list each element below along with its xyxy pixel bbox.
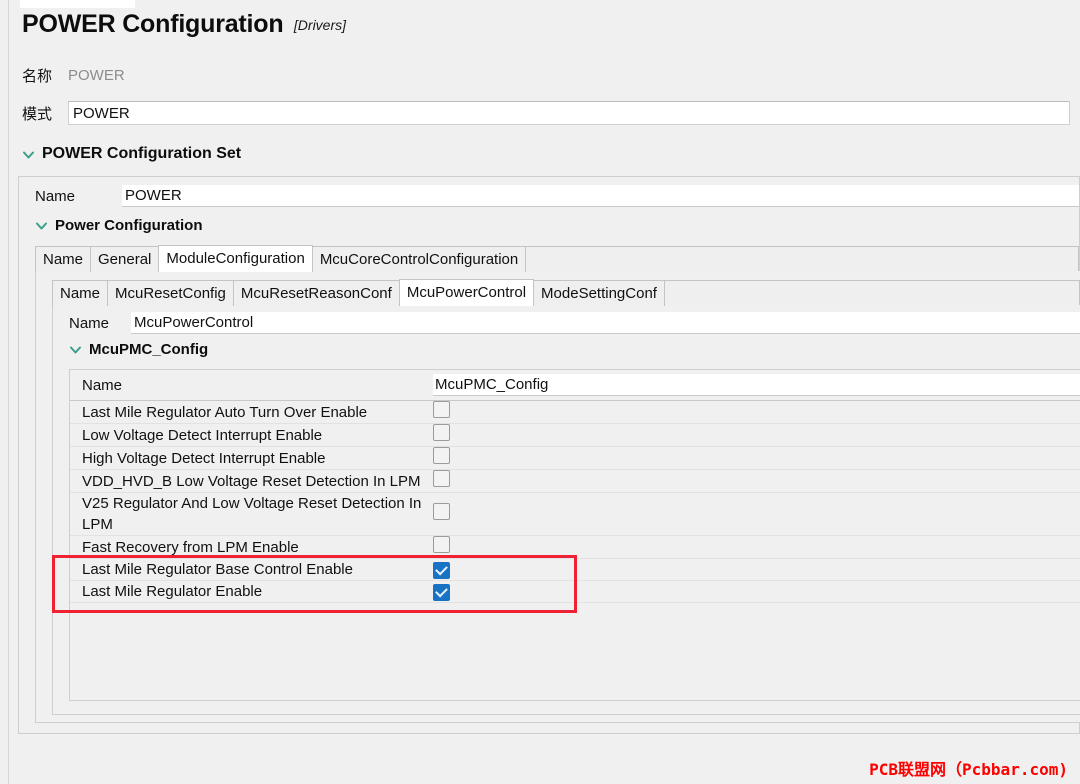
tab-name[interactable]: Name [35,246,92,272]
tab-label: McuResetConfig [115,285,226,302]
checkbox-checked[interactable] [433,583,450,601]
row-label: Low Voltage Detect Interrupt Enable [82,426,323,444]
row-label: Fast Recovery from LPM Enable [82,538,299,556]
table-row[interactable]: Last Mile Regulator Auto Turn Over Enabl… [70,401,1080,424]
tab-filler [663,280,1080,306]
row-value-cell [433,470,1080,492]
field-mode-row: 模式 POWER [22,100,1072,126]
tab-filler [525,246,1079,272]
tab-mcuresetreasonconf[interactable]: McuResetReasonConf [232,280,400,306]
mcupmc-table-header: Name McuPMC_Config [70,370,1080,401]
field-name-row: 名称 POWER [22,62,125,88]
tab-name[interactable]: Name [52,280,109,306]
tab-mcuresetconfig[interactable]: McuResetConfig [107,280,234,306]
row-label: VDD_HVD_B Low Voltage Reset Detection In… [82,472,421,490]
tabrow-module-configuration: Name McuResetConfig McuResetReasonConf McuP… [52,279,1080,306]
tab-label: McuPowerControl [406,284,527,301]
checkbox-unchecked[interactable] [433,536,450,553]
row-value-cell [433,401,1080,423]
left-rail [0,0,9,784]
table-row[interactable]: V25 Regulator And Low Voltage Reset Dete… [70,493,1080,536]
field-name-value: POWER [68,66,125,84]
row-label: Last Mile Regulator Auto Turn Over Enabl… [82,403,368,421]
row-value-cell [433,583,1080,601]
row-value-cell [433,536,1080,558]
chevron-down-icon [69,343,82,356]
tab-label: ModuleConfiguration [166,250,305,267]
power-config-set-name-value[interactable]: POWER [122,185,1079,207]
editor-tab-active[interactable] [20,0,135,8]
chevron-down-icon [22,148,35,161]
tab-label: Name [60,285,101,302]
section-header-power-configuration[interactable]: Power Configuration [35,217,203,234]
table-row[interactable]: Last Mile Regulator Base Control Enable [70,559,1080,581]
checkbox-unchecked[interactable] [433,470,450,487]
checkbox-unchecked[interactable] [433,447,450,464]
table-row[interactable]: Fast Recovery from LPM Enable [70,536,1080,559]
field-mode-input[interactable]: POWER [68,101,1070,125]
row-value-cell [433,503,1080,525]
panel-power-configuration-set: Name POWER Power Configuration Name Gener… [18,176,1080,734]
row-value-cell [433,424,1080,446]
checkbox-unchecked[interactable] [433,424,450,441]
mcupmc-row-list: Last Mile Regulator Auto Turn Over Enabl… [70,401,1080,603]
checkbox-unchecked[interactable] [433,503,450,520]
section-header-mcupmc-config[interactable]: McuPMC_Config [69,341,208,358]
field-name-label: 名称 [22,67,53,85]
tab-label: General [98,251,152,268]
tab-label: ModeSettingConf [541,285,657,302]
tab-moduleconfiguration[interactable]: ModuleConfiguration [158,245,313,272]
panel-mcupmc-config-table: Name McuPMC_Config Last Mile Regulator A… [69,369,1080,701]
section-header-power-configuration-set[interactable]: POWER Configuration Set [22,145,241,163]
tab-label: McuCoreControlConfiguration [319,251,519,268]
table-row[interactable]: VDD_HVD_B Low Voltage Reset Detection In… [70,470,1080,493]
power-config-set-name-row: Name POWER [19,183,1079,209]
page-header: POWER Configuration [Drivers] [22,10,1072,39]
row-label: Last Mile Regulator Enable [82,583,263,600]
section-title-power-configuration: Power Configuration [55,217,203,234]
row-value-cell [433,447,1080,469]
row-label: Last Mile Regulator Base Control Enable [82,561,353,578]
tab-general[interactable]: General [90,246,160,272]
row-label: V25 Regulator And Low Voltage Reset Dete… [82,495,422,533]
table-row[interactable]: Last Mile Regulator Enable [70,581,1080,603]
tab-mcucorecontrolconfiguration[interactable]: McuCoreControlConfiguration [311,246,527,272]
tabrow-power-configuration: Name General ModuleConfiguration McuCoreCon… [35,245,1079,272]
power-config-set-name-label: Name [35,187,76,205]
mcu-power-control-name-row: Name McuPowerControl [53,310,1080,336]
table-row[interactable]: High Voltage Detect Interrupt Enable [70,447,1080,470]
tab-modesettingconf[interactable]: ModeSettingConf [533,280,665,306]
page-title: POWER Configuration [22,10,284,38]
watermark: PCB联盟网（Pcbbar.com) [869,760,1068,779]
checkbox-unchecked[interactable] [433,401,450,418]
tab-mcupowercontrol[interactable]: McuPowerControl [398,279,535,306]
panel-module-configuration: Name McuResetConfig McuResetReasonConf McuP… [35,271,1080,723]
row-value-cell [433,561,1080,579]
tab-label: McuResetReasonConf [240,285,392,302]
chevron-down-icon [35,219,48,232]
mcupmc-header-key: Name [82,376,123,394]
row-label: High Voltage Detect Interrupt Enable [82,449,326,467]
field-mode-label: 模式 [22,105,53,123]
tab-label: Name [43,251,84,268]
mcu-power-control-name-label: Name [69,314,110,332]
mcupmc-header-value[interactable]: McuPMC_Config [433,374,1080,396]
panel-mcu-power-control: Name McuPowerControl McuPMC_Config Name … [52,305,1080,715]
table-row[interactable]: Low Voltage Detect Interrupt Enable [70,424,1080,447]
section-title-mcupmc-config: McuPMC_Config [89,341,209,358]
section-title-power-configuration-set: POWER Configuration Set [42,145,242,162]
page-title-subtitle: [Drivers] [293,17,347,33]
checkbox-checked[interactable] [433,561,450,579]
editor-tab-strip [0,0,1080,8]
mcu-power-control-name-value[interactable]: McuPowerControl [131,312,1080,334]
